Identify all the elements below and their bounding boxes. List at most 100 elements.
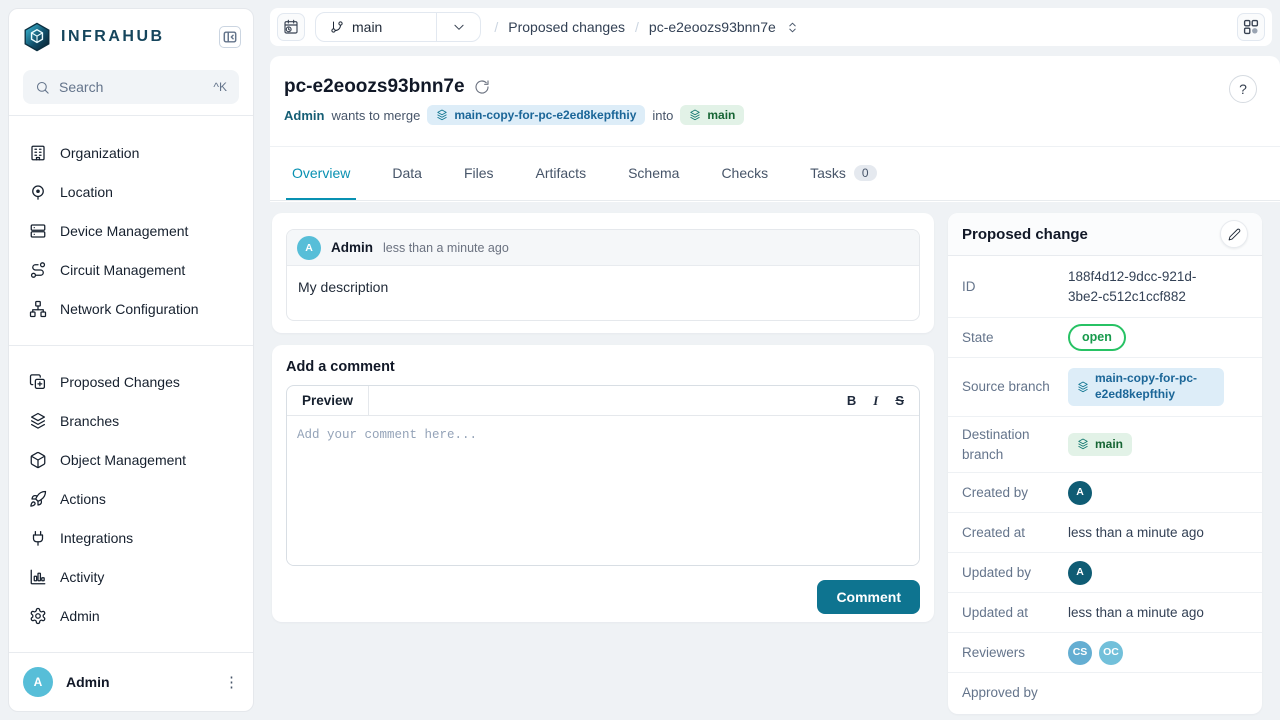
breadcrumb: / Proposed changes / pc-e2eoozs93bnn7e [494, 19, 798, 35]
tab-schema[interactable]: Schema [622, 147, 685, 200]
nav-label: Object Management [60, 452, 186, 468]
kebab-menu-icon[interactable]: ⋮ [224, 675, 239, 690]
nav-secondary: Proposed Changes Branches Object Managem… [9, 346, 253, 641]
merge-subtitle: Admin wants to merge main-copy-for-pc-e2… [284, 105, 1256, 125]
source-branch-badge[interactable]: main-copy-for-pc-e2ed8kepfthiy [1068, 368, 1224, 405]
bold-icon[interactable]: B [847, 394, 856, 407]
comment-input[interactable] [287, 416, 919, 565]
source-branch-badge[interactable]: main-copy-for-pc-e2ed8kepfthiy [427, 105, 645, 125]
sidebar-item-admin[interactable]: Admin [19, 602, 243, 630]
panel-row-created-by: Created by A [948, 473, 1262, 513]
components-button[interactable] [1237, 13, 1265, 41]
gear-icon [29, 607, 47, 625]
sidebar-item-device-management[interactable]: Device Management [19, 217, 243, 245]
breadcrumb-separator: / [635, 19, 639, 35]
sidebar-item-branches[interactable]: Branches [19, 407, 243, 435]
user-avatar: A [23, 667, 53, 697]
chevrons-up-down-icon[interactable] [786, 21, 799, 34]
nav-label: Admin [60, 608, 100, 624]
sidebar-item-integrations[interactable]: Integrations [19, 524, 243, 552]
strikethrough-icon[interactable]: S [895, 394, 904, 407]
help-button[interactable]: ? [1229, 75, 1257, 103]
sidebar-item-circuit-management[interactable]: Circuit Management [19, 256, 243, 284]
box-icon [29, 451, 47, 469]
merge-author: Admin [284, 108, 324, 123]
comment-thread-card: A Admin less than a minute ago My descri… [272, 213, 934, 333]
search-box[interactable]: ^K [23, 70, 239, 104]
app-wordmark: INFRAHUB [61, 28, 165, 46]
nav-label: Device Management [60, 223, 188, 239]
branch-selector[interactable]: main [315, 12, 481, 42]
search-icon [35, 80, 50, 95]
tasks-count-badge: 0 [854, 165, 877, 181]
comment-header: A Admin less than a minute ago [287, 230, 919, 266]
tab-overview[interactable]: Overview [286, 147, 356, 200]
destination-branch-badge[interactable]: main [1068, 433, 1132, 456]
date-picker-button[interactable] [277, 13, 305, 41]
tab-files[interactable]: Files [458, 147, 500, 200]
panel-row-approved-by: Approved by [948, 673, 1262, 713]
sidebar-item-object-management[interactable]: Object Management [19, 446, 243, 474]
comment-editor: Preview B I S [286, 385, 920, 566]
layers-icon [689, 109, 701, 121]
sidebar-item-location[interactable]: Location [19, 178, 243, 206]
sidebar-item-activity[interactable]: Activity [19, 563, 243, 591]
nav-label: Location [60, 184, 113, 200]
network-icon [29, 300, 47, 318]
nav-label: Integrations [60, 530, 133, 546]
nav-label: Branches [60, 413, 119, 429]
preview-tab[interactable]: Preview [287, 386, 369, 415]
sidebar-item-organization[interactable]: Organization [19, 139, 243, 167]
git-branch-icon [330, 20, 344, 34]
nav-label: Actions [60, 491, 106, 507]
infrahub-logo-icon [22, 22, 52, 52]
comment-timestamp: less than a minute ago [383, 241, 509, 255]
panel-collapse-icon [223, 30, 237, 44]
italic-icon[interactable]: I [873, 394, 878, 407]
target-branch-badge[interactable]: main [680, 105, 744, 125]
layers-icon [29, 412, 47, 430]
building-icon [29, 144, 47, 162]
tab-bar: Overview Data Files Artifacts Schema Che… [270, 147, 1280, 201]
comment: A Admin less than a minute ago My descri… [286, 229, 920, 321]
search-input[interactable] [59, 79, 179, 95]
sidebar-item-proposed-changes[interactable]: Proposed Changes [19, 368, 243, 396]
add-comment-card: Add a comment Preview B I S Comment [272, 345, 934, 622]
refresh-icon[interactable] [474, 79, 490, 95]
sidebar-item-actions[interactable]: Actions [19, 485, 243, 513]
location-icon [29, 183, 47, 201]
tab-artifacts[interactable]: Artifacts [530, 147, 593, 200]
components-icon [1243, 19, 1259, 35]
topbar: main / Proposed changes / pc-e2eoozs93bn… [270, 8, 1272, 46]
edit-button[interactable] [1220, 220, 1248, 248]
nav-label: Proposed Changes [60, 374, 180, 390]
comment-submit-button[interactable]: Comment [817, 580, 920, 614]
tab-data[interactable]: Data [386, 147, 428, 200]
breadcrumb-current[interactable]: pc-e2eoozs93bnn7e [649, 19, 776, 35]
source-branch-name: main-copy-for-pc-e2ed8kepfthiy [454, 108, 636, 122]
sidebar-item-network-configuration[interactable]: Network Configuration [19, 295, 243, 323]
editor-toolbar: Preview B I S [287, 386, 919, 416]
pencil-icon [1228, 228, 1241, 241]
plug-icon [29, 529, 47, 547]
created-by-avatar: A [1068, 481, 1092, 505]
logo-row: INFRAHUB [9, 9, 253, 60]
nav-label: Organization [60, 145, 139, 161]
layers-icon [1077, 381, 1089, 393]
comment-author: Admin [331, 240, 373, 255]
branch-selector-caret[interactable] [436, 13, 480, 41]
comment-avatar: A [297, 236, 321, 260]
tab-tasks[interactable]: Tasks 0 [804, 147, 882, 200]
breadcrumb-proposed-changes[interactable]: Proposed changes [508, 19, 625, 35]
route-icon [29, 261, 47, 279]
updated-by-avatar: A [1068, 561, 1092, 585]
layers-icon [436, 109, 448, 121]
tab-checks[interactable]: Checks [715, 147, 774, 200]
breadcrumb-separator: / [494, 19, 498, 35]
sidebar-user-row[interactable]: A Admin ⋮ [9, 652, 253, 711]
id-value: 188f4d12-9dcc-921d-3be2-c512c1ccf882 [1068, 267, 1228, 306]
panel-row-id: ID 188f4d12-9dcc-921d-3be2-c512c1ccf882 [948, 256, 1262, 318]
reviewer-avatar: OC [1099, 641, 1123, 665]
merge-text: into [652, 108, 673, 123]
sidebar-collapse-button[interactable] [219, 26, 241, 48]
